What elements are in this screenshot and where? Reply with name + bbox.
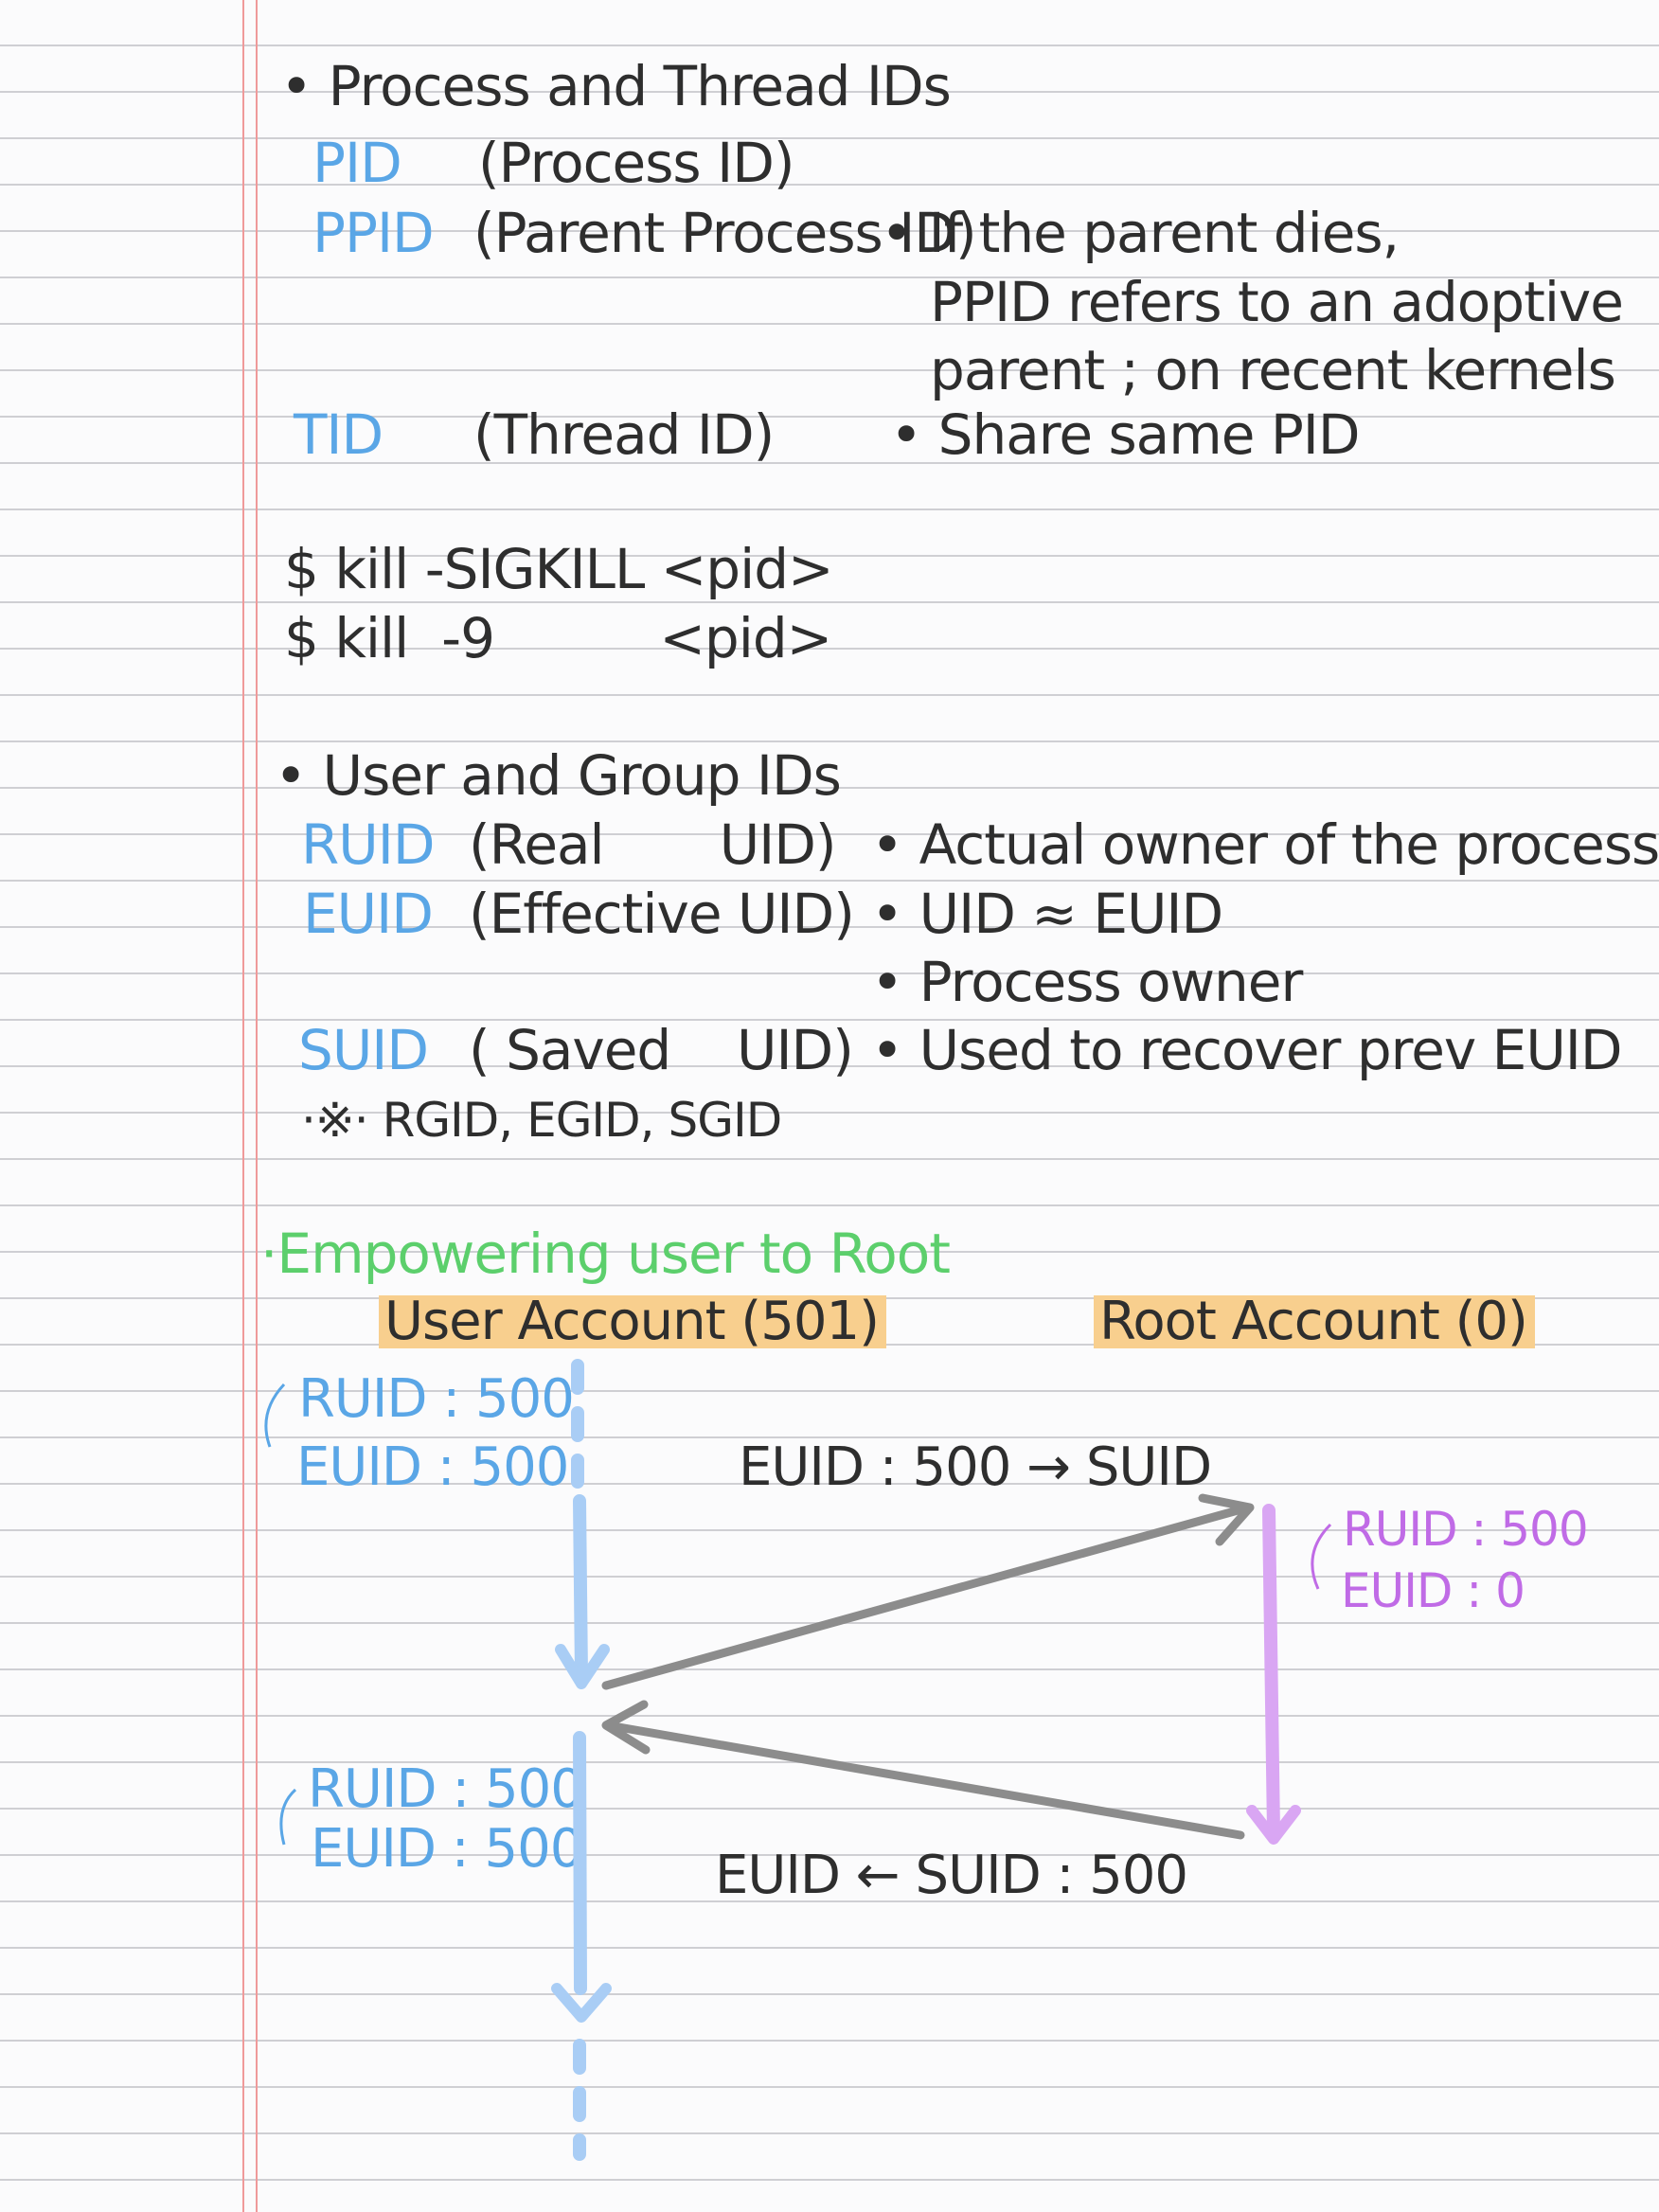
escalate-arrow (601, 1503, 1253, 1690)
state1-bracket (264, 1382, 286, 1448)
root-state-bracket (1311, 1523, 1332, 1590)
root-lifeline (1262, 1504, 1280, 1839)
state2-bracket (279, 1788, 297, 1846)
restore-arrow (603, 1721, 1245, 1840)
diagram-overlay (264, 1359, 1332, 2161)
user-lifeline-arrow-1 (573, 1494, 588, 1683)
